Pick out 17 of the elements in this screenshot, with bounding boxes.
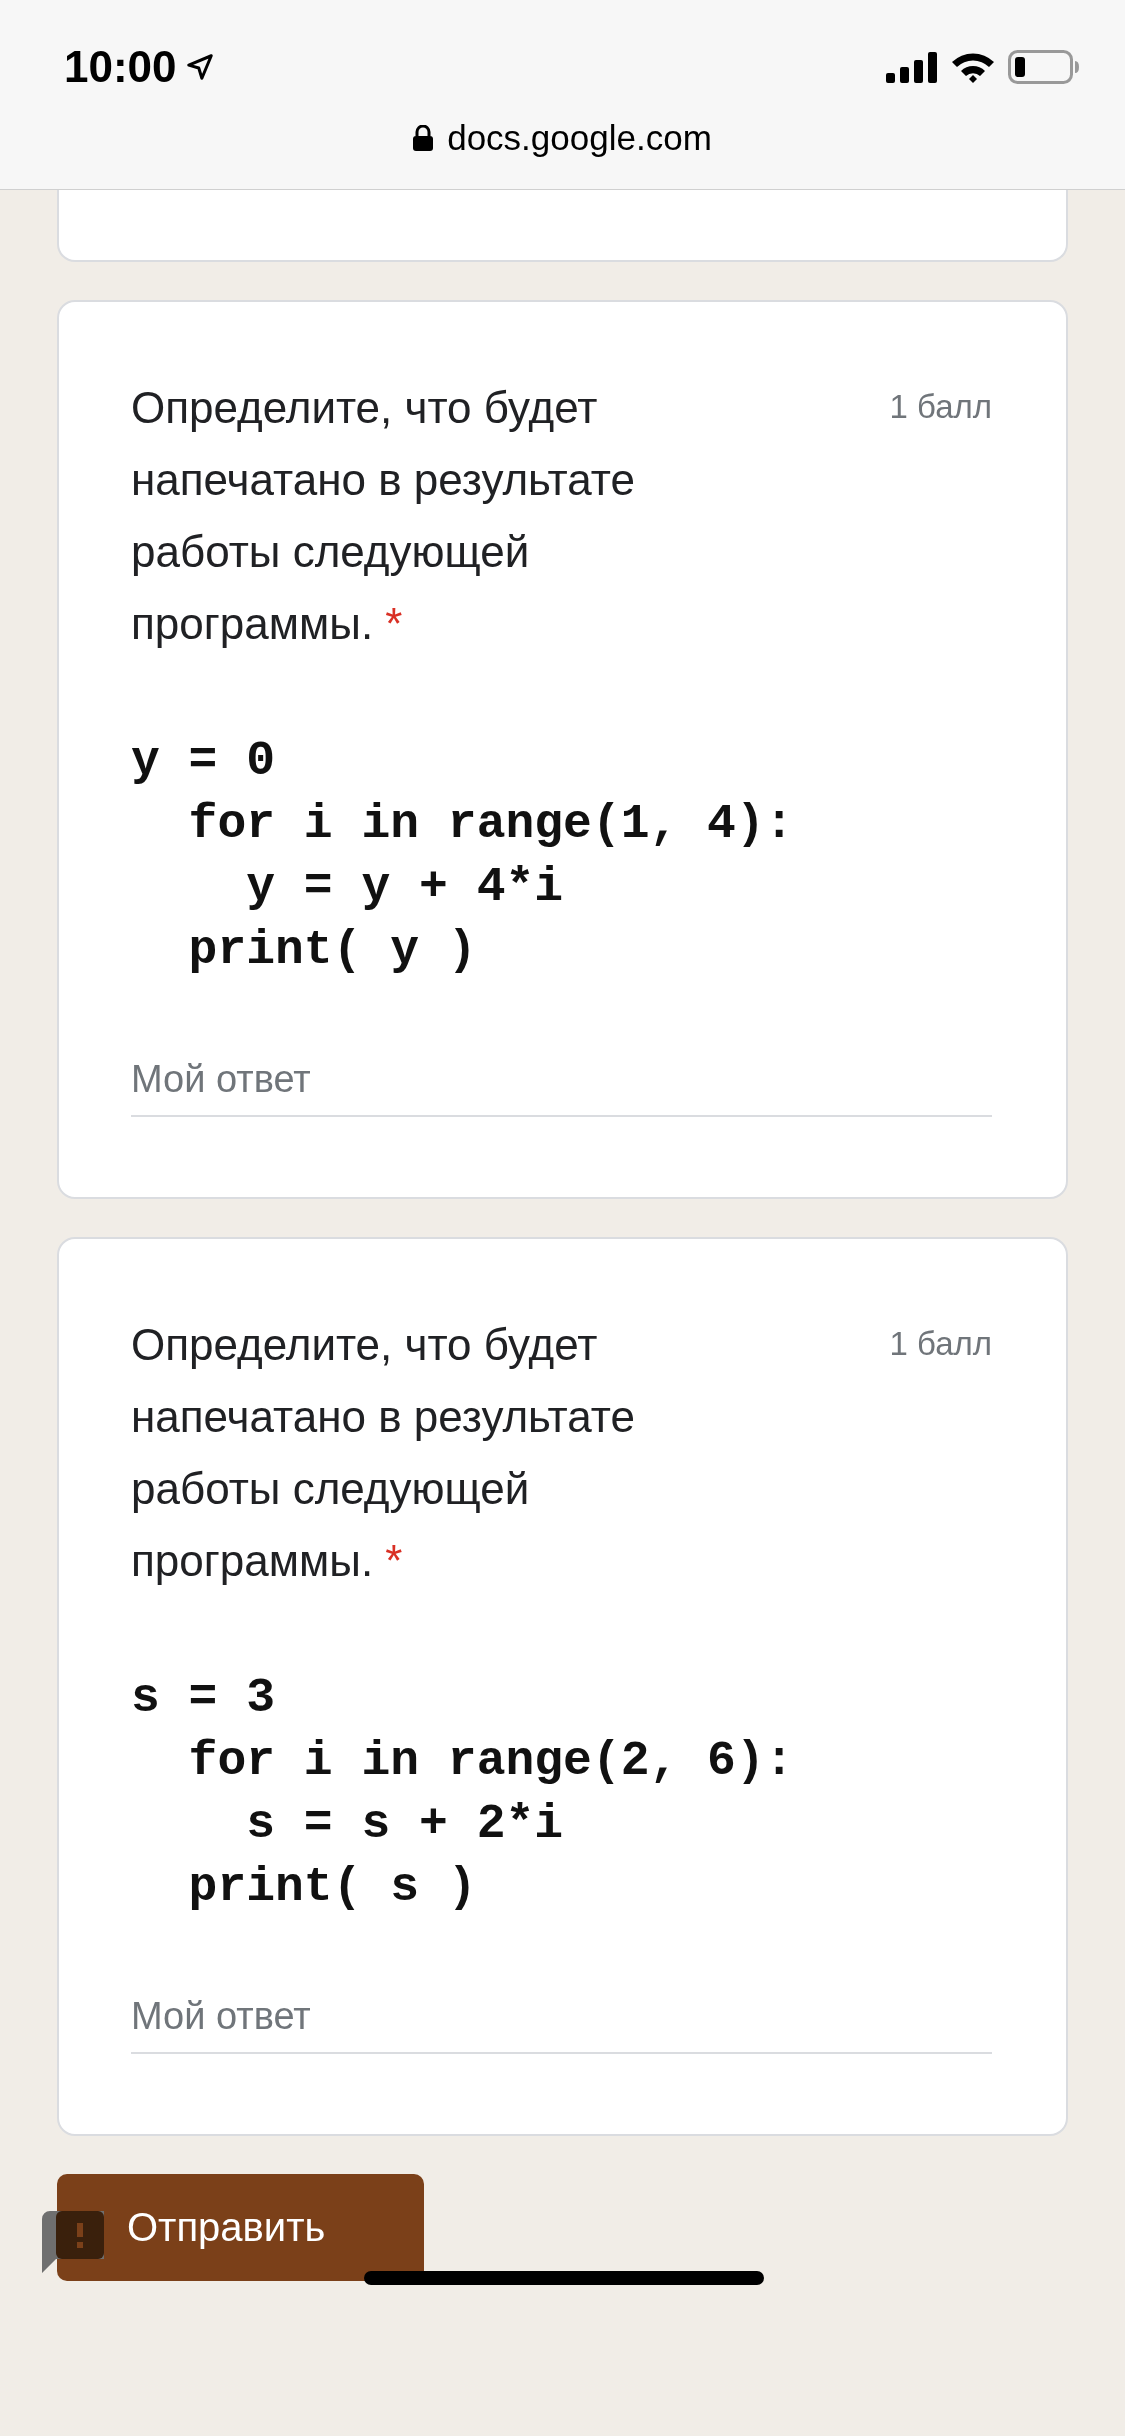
- wifi-icon: [950, 50, 996, 84]
- question-text: Определите, что будет напечатано в результате работы следующей программы. *: [131, 382, 636, 650]
- location-arrow-icon: [184, 52, 215, 82]
- feedback-icon[interactable]: [42, 2211, 104, 2273]
- submit-button[interactable]: Отправить: [57, 2174, 424, 2281]
- points-label: 1 балл: [889, 1325, 992, 1363]
- question-text: Определите, что будет напечатано в результате работы следующей программы. *: [131, 1319, 636, 1587]
- status-time: 10:00: [64, 42, 177, 92]
- url-text[interactable]: docs.google.com: [447, 118, 712, 158]
- code-listing: y = 0 for i in range(1, 4): y = y + 4*i print( y ): [131, 733, 795, 979]
- lock-icon: [413, 125, 434, 151]
- answer-field[interactable]: Мой ответ: [131, 1058, 992, 1117]
- code-listing: s = 3 for i in range(2, 6): s = s + 2*i print( s ): [131, 1670, 795, 1916]
- signal-icon: [886, 51, 938, 83]
- battery-icon: [1008, 50, 1080, 84]
- answer-field[interactable]: Мой ответ: [131, 1995, 992, 2054]
- points-label: 1 балл: [889, 388, 992, 426]
